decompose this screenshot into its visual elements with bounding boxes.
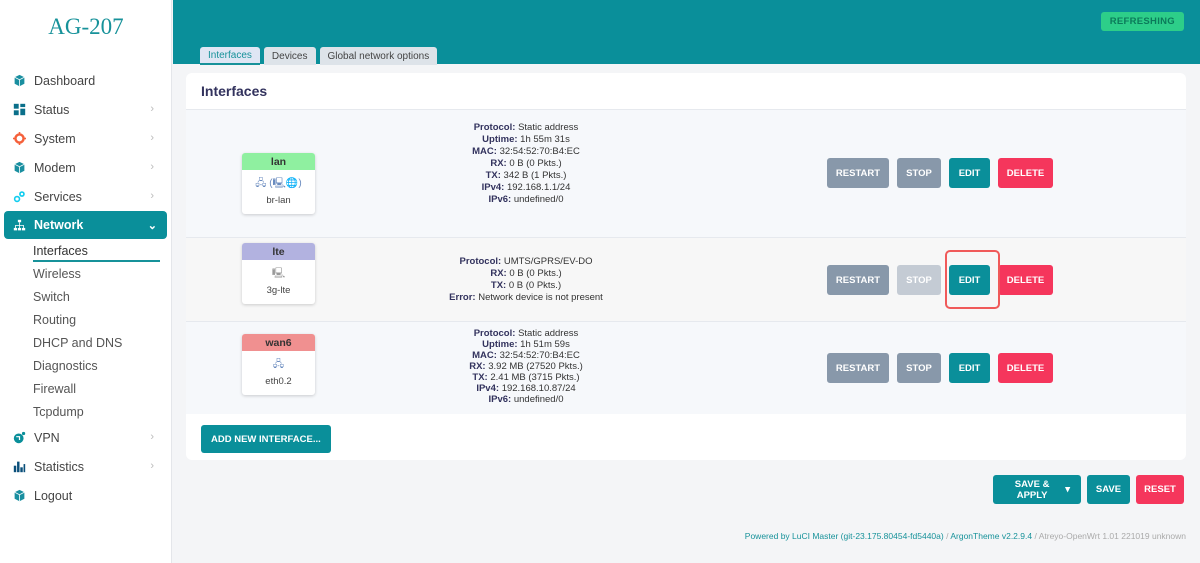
edit-button[interactable]: EDIT <box>949 353 990 383</box>
footer: Powered by LuCI Master (git-23.175.80454… <box>745 531 1186 541</box>
sidebar-item-vpn[interactable]: VPN › <box>0 423 172 452</box>
interface-info: Protocol: Static address Uptime: 1h 55m … <box>472 122 580 205</box>
section-title: Interfaces <box>201 83 268 99</box>
refreshing-badge[interactable]: REFRESHING <box>1100 12 1184 31</box>
restart-button[interactable]: RESTART <box>827 353 889 383</box>
interface-info: Protocol: Static address Uptime: 1h 51m … <box>469 328 583 405</box>
interface-row-lte: lte 🖳 3g-lte Protocol: UMTS/GPRS/EV-DO R… <box>186 237 1186 321</box>
separator: / <box>1032 531 1039 541</box>
theme-link[interactable]: ArgonTheme v2.2.9.4 <box>950 531 1032 541</box>
network-device-icon: 🖧 <box>272 359 285 370</box>
tab-devices[interactable]: Devices <box>263 47 316 65</box>
caret-down-icon: ▾ <box>1065 484 1070 495</box>
tab-bar: Interfaces Devices Global network option… <box>200 47 438 65</box>
sidebar-item-label: System <box>34 131 76 146</box>
sidebar-subitem-routing[interactable]: Routing <box>0 308 172 331</box>
interface-row-lan: lan 🖧 (🖳🌐) br-lan Protocol: Static addre… <box>186 109 1186 237</box>
globe-icon <box>12 431 26 445</box>
sidebar-item-statistics[interactable]: Statistics › <box>0 452 172 481</box>
interface-name: lan <box>242 153 315 170</box>
gear-icon <box>12 132 26 146</box>
restart-button[interactable]: RESTART <box>827 265 889 295</box>
sidebar-subitem-firewall[interactable]: Firewall <box>0 377 172 400</box>
sidebar-subitem-interfaces[interactable]: Interfaces <box>0 239 172 262</box>
sidebar-item-services[interactable]: Services › <box>0 182 172 211</box>
delete-button[interactable]: DELETE <box>998 265 1053 295</box>
sidebar-item-label: Logout <box>34 488 73 503</box>
chevron-right-icon: › <box>150 161 154 173</box>
interface-actions: RESTART STOP EDIT DELETE <box>827 265 1053 295</box>
save-button[interactable]: SAVE <box>1087 475 1130 504</box>
cube-icon <box>12 489 26 503</box>
add-new-interface-button[interactable]: ADD NEW INTERFACE... <box>201 425 331 453</box>
tab-global-network-options[interactable]: Global network options <box>319 47 438 65</box>
brand-logo: AG-207 <box>48 14 124 39</box>
cube-icon <box>12 74 26 88</box>
chevron-right-icon: › <box>150 103 154 115</box>
sidebar-subitem-dhcp-dns[interactable]: DHCP and DNS <box>0 331 172 354</box>
stop-button: STOP <box>897 265 941 295</box>
build-info: Atreyo-OpenWrt 1.01 221019 unknown <box>1038 531 1186 541</box>
interface-actions: RESTART STOP EDIT DELETE <box>827 353 1053 383</box>
cogs-icon <box>12 190 26 204</box>
sidebar-item-label: Status <box>34 102 70 117</box>
interface-badge: wan6 🖧 eth0.2 <box>242 334 315 395</box>
interface-actions: RESTART STOP EDIT DELETE <box>827 158 1053 188</box>
sidebar-subitem-wireless[interactable]: Wireless <box>0 262 172 285</box>
interface-info: Protocol: UMTS/GPRS/EV-DO RX: 0 B (0 Pkt… <box>449 256 603 303</box>
reset-button[interactable]: RESET <box>1136 475 1184 504</box>
delete-button[interactable]: DELETE <box>998 158 1053 188</box>
interface-badge: lan 🖧 (🖳🌐) br-lan <box>242 153 315 214</box>
sidebar-item-modem[interactable]: Modem › <box>0 153 172 182</box>
sidebar-item-label: Dashboard <box>34 73 96 88</box>
sidebar-item-label: Modem <box>34 160 76 175</box>
sidebar-subitem-tcpdump[interactable]: Tcpdump <box>0 400 172 423</box>
interface-device: eth0.2 <box>265 376 292 387</box>
stop-button[interactable]: STOP <box>897 158 941 188</box>
sidebar-item-label: Network <box>34 218 84 232</box>
sidebar-subitem-switch[interactable]: Switch <box>0 285 172 308</box>
grid-icon <box>12 103 26 117</box>
bar-chart-icon <box>12 460 26 474</box>
interface-row-wan6: wan6 🖧 eth0.2 Protocol: Static address U… <box>186 321 1186 414</box>
interface-device: br-lan <box>266 195 291 206</box>
interfaces-card: Interfaces lan 🖧 (🖳🌐) br-lan Protocol: S… <box>186 73 1186 460</box>
tab-interfaces[interactable]: Interfaces <box>200 47 260 65</box>
chevron-right-icon: › <box>150 190 154 202</box>
interface-name: lte <box>242 243 315 260</box>
edit-button[interactable]: EDIT <box>949 158 990 188</box>
delete-button[interactable]: DELETE <box>998 353 1053 383</box>
sidebar-item-network[interactable]: Network ⌄ <box>4 211 167 239</box>
stop-button[interactable]: STOP <box>897 353 941 383</box>
luci-link[interactable]: Powered by LuCI Master (git-23.175.80454… <box>745 531 944 541</box>
chevron-right-icon: › <box>150 431 154 443</box>
sidebar: AG-207 Dashboard Status › System › Modem… <box>0 0 172 563</box>
sidebar-item-status[interactable]: Status › <box>0 95 172 124</box>
chevron-right-icon: › <box>150 460 154 472</box>
form-actions: SAVE & APPLY ▾ SAVE RESET <box>993 475 1184 504</box>
save-apply-button[interactable]: SAVE & APPLY ▾ <box>993 475 1081 504</box>
sidebar-item-label: Services <box>34 189 82 204</box>
sidebar-item-label: VPN <box>34 430 60 445</box>
sidebar-nav: Dashboard Status › System › Modem › Serv… <box>0 66 172 510</box>
save-apply-label: SAVE & APPLY <box>1014 478 1050 501</box>
interface-name: wan6 <box>242 334 315 351</box>
sidebar-item-logout[interactable]: Logout <box>0 481 172 510</box>
interface-badge: lte 🖳 3g-lte <box>242 243 315 304</box>
sitemap-icon <box>12 218 26 232</box>
sidebar-item-dashboard[interactable]: Dashboard <box>0 66 172 95</box>
network-device-icon: 🖳 <box>271 268 286 279</box>
restart-button[interactable]: RESTART <box>827 158 889 188</box>
sidebar-item-label: Statistics <box>34 459 85 474</box>
chevron-right-icon: › <box>150 132 154 144</box>
cube-icon <box>12 161 26 175</box>
network-device-icon: 🖧 (🖳🌐) <box>255 178 302 189</box>
chevron-down-icon: ⌄ <box>147 220 157 232</box>
sidebar-item-system[interactable]: System › <box>0 124 172 153</box>
interface-device: 3g-lte <box>266 285 291 296</box>
sidebar-subitem-diagnostics[interactable]: Diagnostics <box>0 354 172 377</box>
edit-highlight-box <box>945 250 1000 309</box>
